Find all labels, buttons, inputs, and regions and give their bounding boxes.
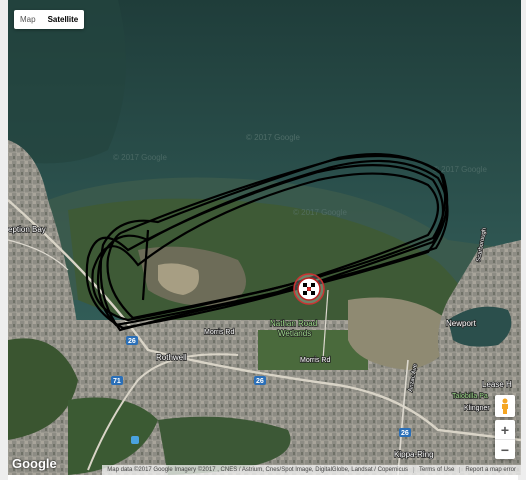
- label-rothwell: Rothwell: [156, 353, 187, 362]
- road-shield-26a: 26: [128, 338, 136, 345]
- map-type-satellite-button[interactable]: Satellite: [42, 10, 85, 29]
- terms-of-use-link[interactable]: Terms of Use: [412, 467, 459, 473]
- label-talobilla: Talobilla Pa: [452, 393, 488, 400]
- satellite-imagery: © 2017 Google © 2017 Google © 2017 Googl…: [8, 0, 521, 475]
- map-canvas[interactable]: © 2017 Google © 2017 Google © 2017 Googl…: [8, 0, 521, 475]
- left-edge: [0, 0, 8, 480]
- map-type-control: Map Satellite: [14, 10, 85, 29]
- label-lease-h: Lease H: [482, 380, 512, 389]
- zoom-control: + −: [495, 420, 515, 459]
- position-marker-icon[interactable]: [293, 273, 325, 305]
- label-klingner: Klingner: [464, 405, 490, 412]
- poi-icon: [131, 436, 139, 444]
- label-nathan-road-wetlands-2: Wetlands: [278, 329, 311, 338]
- label-newport: Newport: [446, 319, 477, 328]
- label-morris-rd-b: Morris Rd: [300, 357, 330, 364]
- google-logo: Google: [12, 456, 57, 471]
- zoom-out-button[interactable]: −: [495, 439, 515, 459]
- road-shield-26c: 26: [401, 430, 409, 437]
- road-shield-26b: 26: [256, 378, 264, 385]
- label-deception-bay: eption Bay: [8, 225, 46, 234]
- map-frame: © 2017 Google © 2017 Google © 2017 Googl…: [0, 0, 526, 480]
- report-map-error-link[interactable]: Report a map error: [459, 467, 521, 473]
- watermark-2: © 2017 Google: [113, 153, 167, 162]
- map-type-map-button[interactable]: Map: [14, 10, 42, 29]
- attribution-text: Map data ©2017 Google Imagery ©2017 , CN…: [107, 467, 408, 473]
- watermark-4: © 2017 Google: [293, 208, 347, 217]
- watermark-1: © 2017 Google: [246, 133, 300, 142]
- street-view-pegman-icon[interactable]: [495, 395, 515, 417]
- label-nathan-road-wetlands-1: Nathan Road: [270, 319, 317, 328]
- zoom-in-button[interactable]: +: [495, 420, 515, 439]
- attribution-bar: Map data ©2017 Google Imagery ©2017 , CN…: [102, 465, 521, 475]
- road-shield-71: 71: [113, 378, 121, 385]
- label-kippa-ring: Kippa-Ring: [394, 450, 434, 459]
- label-morris-rd-a: Morris Rd: [204, 329, 234, 336]
